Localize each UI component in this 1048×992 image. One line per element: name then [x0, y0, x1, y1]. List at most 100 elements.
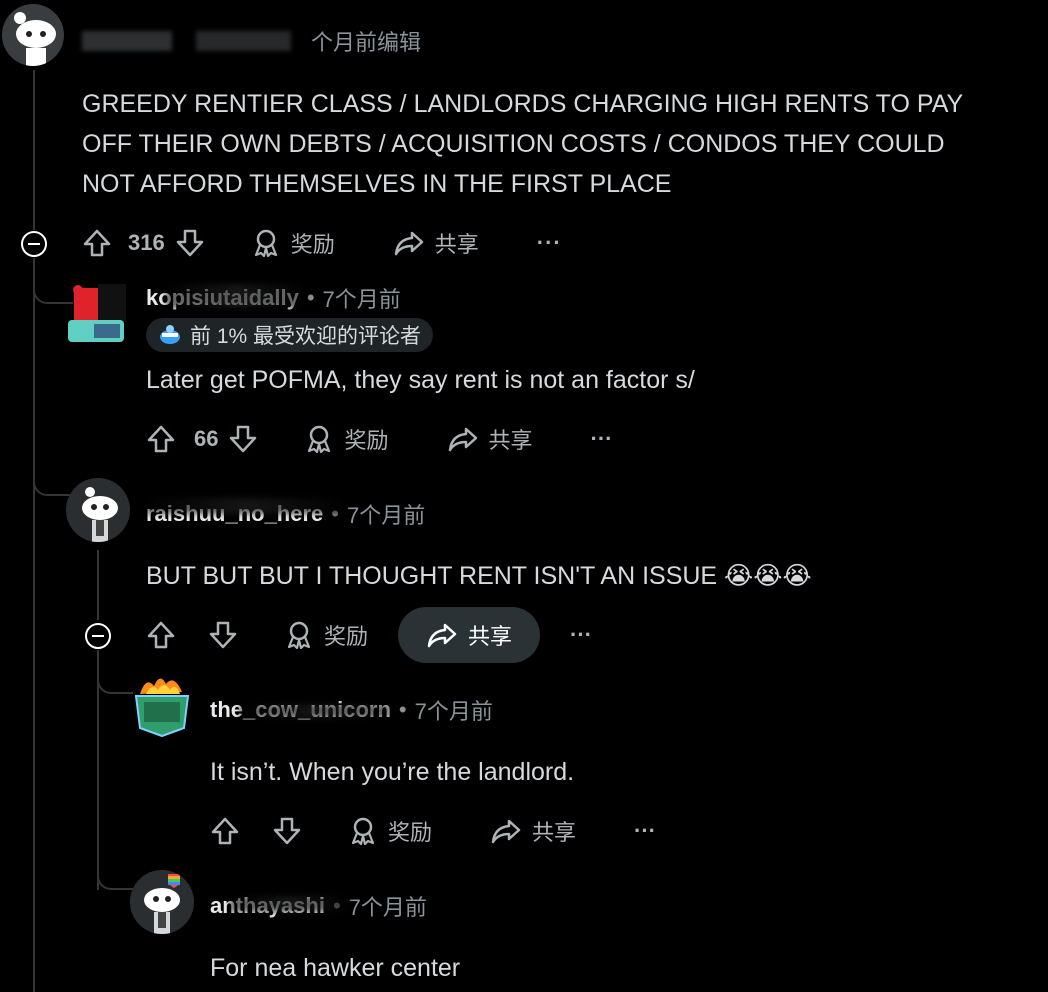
share-label: 共享: [488, 428, 533, 453]
share-arrow-icon: [394, 231, 423, 256]
separator-dot: •: [306, 285, 315, 310]
top-comment-line-2: OFF THEIR OWN DEBTS / ACQUISITION COSTS …: [82, 130, 945, 158]
award-button[interactable]: 奖励: [304, 411, 389, 467]
badge-label: 前 1% 最受欢迎的评论者: [190, 325, 422, 348]
username-blur: [166, 284, 306, 308]
vote-count: 66: [194, 426, 219, 451]
minus-icon: [92, 635, 104, 637]
top-comment-meta: 个月前编辑: [82, 26, 421, 56]
collapse-thread-button[interactable]: [21, 231, 47, 257]
reply1-actions: 66 奖励 共享 ···: [146, 411, 613, 467]
downvote-button[interactable]: [272, 803, 302, 859]
snoo-avatar-icon: [2, 4, 64, 66]
upvote-button[interactable]: [210, 803, 240, 859]
share-label: 共享: [434, 232, 479, 257]
more-options-button[interactable]: ···: [537, 215, 562, 271]
reply4-body: For nea hawker center: [210, 954, 461, 982]
share-arrow-icon: [491, 819, 521, 844]
more-options-button[interactable]: ···: [591, 411, 613, 467]
award-label: 奖励: [290, 232, 335, 257]
reply3-body: It isn’t. When you’re the landlord.: [210, 758, 575, 786]
more-options-icon: ···: [590, 426, 613, 451]
award-icon: [287, 621, 311, 650]
share-label: 共享: [532, 820, 577, 845]
upvote-arrow-icon: [147, 621, 175, 649]
award-label: 奖励: [324, 624, 369, 649]
top-comment-edited-time: 个月前编辑: [311, 30, 422, 55]
downvote-button[interactable]: [228, 411, 258, 467]
reply4-meta: anthayashi • 7个月前: [210, 890, 427, 922]
award-icon: [254, 229, 277, 258]
award-icon: [308, 425, 331, 454]
more-options-button[interactable]: ···: [570, 607, 592, 663]
thread-line-reply2: [97, 550, 99, 620]
minus-icon: [28, 243, 40, 245]
downvote-arrow-icon: [176, 229, 203, 257]
reply4-time: 7个月前: [348, 895, 427, 920]
upvote-button[interactable]: [146, 607, 176, 663]
downvote-arrow-icon: [230, 425, 257, 453]
share-button[interactable]: 共享: [490, 803, 576, 859]
reply1-body: Later get POFMA, they say rent is not an…: [146, 366, 695, 394]
snoo-avatar-icon: [68, 284, 126, 342]
reply1-time: 7个月前: [322, 287, 401, 312]
share-arrow-icon: [448, 427, 477, 452]
top-commenter-badge-icon: [160, 325, 180, 344]
username-redacted-2: [196, 31, 291, 51]
top-commenter-badge[interactable]: 前 1% 最受欢迎的评论者: [146, 318, 434, 352]
reply1-meta: kopisiutaidally • 7个月前: [146, 282, 401, 314]
avatar-top-comment[interactable]: [2, 4, 64, 66]
reply3-actions: 奖励 共享 ···: [210, 803, 656, 859]
thread-connector-reply4: [97, 650, 133, 890]
separator-dot: •: [398, 697, 407, 722]
more-options-icon: ···: [634, 818, 657, 843]
upvote-button[interactable]: [82, 215, 112, 271]
top-comment-line-1: GREEDY RENTIER CLASS / LANDLORDS CHARGIN…: [82, 90, 964, 118]
reply2-actions: 奖励 共享 ···: [146, 607, 592, 663]
upvote-arrow-icon: [147, 425, 175, 453]
username-blur: [240, 704, 390, 718]
vote-count: 316: [128, 230, 165, 255]
share-button[interactable]: 共享: [393, 215, 479, 271]
downvote-button[interactable]: [175, 215, 205, 271]
more-options-icon: ···: [570, 622, 593, 647]
username-blur: [230, 896, 350, 912]
share-label: 共享: [468, 624, 513, 649]
username-redacted[interactable]: [82, 31, 172, 51]
downvote-arrow-icon: [209, 621, 237, 649]
share-arrow-icon: [427, 623, 457, 648]
downvote-button[interactable]: [208, 607, 238, 663]
award-icon: [351, 817, 375, 846]
more-options-button[interactable]: ···: [634, 803, 656, 859]
award-button[interactable]: 奖励: [348, 803, 432, 859]
award-button[interactable]: 奖励: [284, 607, 368, 663]
award-button[interactable]: 奖励: [251, 215, 335, 271]
thread-line-top: [33, 70, 35, 230]
award-label: 奖励: [388, 820, 433, 845]
snoo-avatar-icon: [66, 478, 130, 542]
snoo-avatar-icon: [130, 870, 194, 934]
reply3-meta: the_cow_unicorn • 7个月前: [210, 694, 493, 726]
more-options-icon: ···: [536, 230, 562, 255]
reply3-time: 7个月前: [414, 699, 493, 724]
avatar-reply3[interactable]: [132, 672, 192, 738]
top-comment-actions: 316 奖励 共享 ···: [82, 215, 562, 271]
collapse-thread-button[interactable]: [85, 623, 111, 649]
upvote-arrow-icon: [83, 229, 111, 257]
top-comment-body: GREEDY RENTIER CLASS / LANDLORDS CHARGIN…: [82, 84, 1042, 204]
avatar-reply1[interactable]: [64, 278, 126, 344]
share-button[interactable]: 共享: [447, 411, 533, 467]
reply2-body: BUT BUT BUT I THOUGHT RENT ISN'T AN ISSU…: [146, 562, 812, 590]
reply2-meta: raishuu_no_here • 7个月前: [146, 498, 425, 530]
avatar-reply4[interactable]: [130, 870, 194, 934]
award-label: 奖励: [344, 428, 389, 453]
downvote-arrow-icon: [273, 817, 301, 845]
dumpster-fire-avatar-icon: [134, 678, 190, 738]
reply2-time: 7个月前: [346, 503, 426, 528]
upvote-button[interactable]: [146, 411, 176, 467]
upvote-arrow-icon: [211, 817, 239, 845]
avatar-reply2[interactable]: [66, 478, 130, 542]
username-blur: [146, 498, 346, 514]
share-button-active[interactable]: 共享: [398, 607, 541, 663]
top-comment-line-3: NOT AFFORD THEMSELVES IN THE FIRST PLACE: [82, 170, 672, 198]
